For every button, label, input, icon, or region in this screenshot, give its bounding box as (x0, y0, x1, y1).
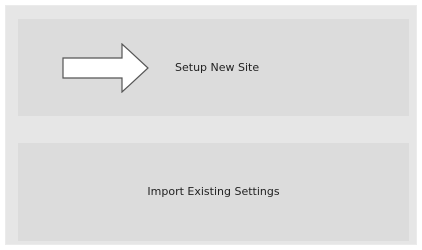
import-existing-settings-label: Import Existing Settings (147, 185, 280, 198)
setup-new-site-label: Setup New Site (175, 61, 260, 74)
import-existing-settings-button[interactable]: Import Existing Settings (18, 143, 409, 241)
setup-options-panel: Setup New Site Import Existing Settings (5, 5, 417, 245)
setup-new-site-button[interactable]: Setup New Site (18, 19, 409, 116)
arrow-right-icon (62, 43, 149, 93)
